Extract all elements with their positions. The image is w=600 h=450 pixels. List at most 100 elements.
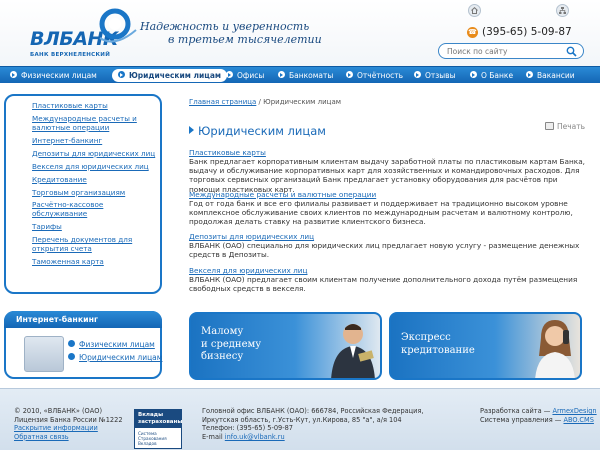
breadcrumb: Главная страница / Юридическим лицам (189, 98, 587, 106)
nav-item-reports[interactable]: Отчётность (346, 67, 403, 84)
sidebar-item-internet-banking[interactable]: Интернет-банкинг (32, 136, 160, 146)
bullet-icon (68, 353, 75, 360)
arrow-bullet-icon (346, 71, 353, 78)
ibank-link-individuals[interactable]: Физическим лицам (68, 340, 155, 349)
ibank-thumbnail (24, 336, 64, 372)
sidebar-item-customs-card[interactable]: Таможенная карта (32, 257, 160, 267)
sidebar-item-bills[interactable]: Векселя для юридических лиц (32, 162, 160, 172)
logo-subtitle: БАНК ВЕРХНЕЛЕНСКИЙ (30, 52, 111, 58)
section-plastic-cards: Пластиковые карты Банк предлагает корпор… (189, 148, 587, 194)
bank-logo[interactable]: ВЛБАНК БАНК ВЕРХНЕЛЕНСКИЙ (30, 8, 140, 58)
nav-item-label: Офисы (237, 71, 265, 80)
sidebar-item-documents[interactable]: Перечень документов для открытия счета (32, 235, 160, 253)
nav-item-label: Вакансии (537, 71, 575, 80)
search-input[interactable] (447, 46, 559, 57)
arrow-bullet-icon (118, 71, 125, 78)
arrow-bullet-icon (414, 71, 421, 78)
print-button[interactable]: Печать (545, 122, 585, 131)
promo-line: бизнесу (201, 351, 244, 362)
nav-item-offices[interactable]: Офисы (226, 67, 264, 84)
logo-swoosh-icon (99, 8, 137, 43)
section-deposits: Депозиты для юридических лиц ВЛБАНК (ОАО… (189, 232, 587, 259)
section-text: Год от года банк и все его филиалы разви… (189, 199, 573, 227)
nav-item-reviews[interactable]: Отзывы (414, 67, 456, 84)
sitemap-icon[interactable] (556, 4, 569, 17)
section-text: ВЛБАНК (ОАО) предлагает своим клиентам п… (189, 275, 578, 294)
header-phone: ☎ (395-65) 5-09-87 (467, 26, 572, 38)
sidebar-item-tariffs[interactable]: Тарифы (32, 222, 160, 232)
nav-item-label: Юридическим лицам (129, 71, 222, 80)
section-heading[interactable]: Международные расчеты и валютные операци… (189, 190, 587, 199)
nav-item-label: О Банке (481, 71, 514, 80)
footer-dev-label: Разработка сайта — (480, 407, 551, 415)
section-bills: Векселя для юридических лиц ВЛБАНК (ОАО)… (189, 266, 587, 293)
sidebar-item-trade[interactable]: Торговым организациям (32, 188, 160, 198)
ibank-link-label: Юридическим лицам (79, 353, 163, 362)
footer-disclosure-link[interactable]: Раскрытие информации (14, 424, 98, 432)
section-international: Международные расчеты и валютные операци… (189, 190, 587, 227)
arrow-bullet-icon (470, 71, 477, 78)
badge-bottom-text: Система Страхования Вкладов (138, 431, 167, 446)
phone-icon: ☎ (467, 27, 478, 38)
footer-email-link[interactable]: info.uk@vlbank.ru (225, 433, 285, 441)
arrow-bullet-icon (278, 71, 285, 78)
nav-item-legal-entities[interactable]: Юридическим лицам (112, 69, 228, 82)
slogan-line-2: в третьем тысячелетии (168, 33, 322, 46)
promo-text: Малому и среднему бизнесу (201, 326, 261, 364)
footer-cms-link[interactable]: ABO.CMS (563, 416, 593, 424)
main-content: Главная страница / Юридическим лицам Юри… (189, 98, 587, 293)
search-box (438, 43, 584, 59)
footer-copyright: © 2010, «ВЛБАНК» (ОАО) (14, 407, 103, 415)
nav-item-label: Банкоматы (289, 71, 334, 80)
main-nav: Физическим лицам Юридическим лицам Офисы… (0, 66, 600, 83)
ibank-link-legal[interactable]: Юридическим лицам (68, 353, 162, 362)
deposit-insurance-badge[interactable]: Вклады застрахованы Система Страхования … (134, 409, 182, 449)
sidebar-item-international[interactable]: Международные расчеты и валютные операци… (32, 114, 160, 132)
page-title-text: Юридическим лицам (198, 124, 326, 138)
nav-item-vacancies[interactable]: Вакансии (526, 67, 575, 84)
footer-feedback-link[interactable]: Обратная связь (14, 433, 69, 441)
slogan: Надежность и уверенность в третьем тысяч… (140, 20, 322, 46)
arrow-bullet-icon (526, 71, 533, 78)
promo-small-business[interactable]: Малому и среднему бизнесу (189, 312, 382, 380)
home-icon[interactable] (468, 4, 481, 17)
footer-license: Лицензия Банка России №1222 (14, 415, 123, 424)
internet-banking-box: Интернет-банкинг Физическим лицам Юридич… (4, 311, 162, 379)
footer-copyright-block: © 2010, «ВЛБАНК» (ОАО) Лицензия Банка Ро… (14, 407, 123, 441)
arrow-icon (189, 126, 194, 134)
search-icon[interactable] (566, 46, 577, 57)
site-footer: © 2010, «ВЛБАНК» (ОАО) Лицензия Банка Ро… (0, 388, 600, 450)
nav-item-label: Физическим лицам (21, 71, 97, 80)
section-heading[interactable]: Векселя для юридических лиц (189, 266, 587, 275)
badge-top-text: Вклады застрахованы (135, 410, 182, 428)
woman-phone-image (535, 320, 575, 378)
sidebar-item-credit[interactable]: Кредитование (32, 175, 160, 185)
sidebar-item-deposits[interactable]: Депозиты для юридических лиц (32, 149, 160, 159)
nav-item-about[interactable]: О Банке (470, 67, 513, 84)
sidebar-item-plastic-cards[interactable]: Пластиковые карты (32, 101, 160, 111)
section-text: ВЛБАНК (ОАО) специально для юридических … (189, 241, 580, 260)
promo-line: и среднему (201, 338, 262, 350)
nav-item-individuals[interactable]: Физическим лицам (10, 67, 97, 84)
phone-number: (395-65) 5-09-87 (482, 26, 572, 38)
section-heading[interactable]: Депозиты для юридических лиц (189, 232, 587, 241)
ibank-link-label: Физическим лицам (79, 340, 155, 349)
promo-line: Малому (201, 326, 244, 337)
arrow-bullet-icon (10, 71, 17, 78)
section-heading[interactable]: Пластиковые карты (189, 148, 587, 157)
nav-item-atms[interactable]: Банкоматы (278, 67, 333, 84)
promo-express-credit[interactable]: Экспресс кредитование (389, 312, 582, 380)
footer-phone: Телефон: (395-65) 5-09-87 (202, 424, 293, 433)
footer-credits-block: Разработка сайта — ArmexDesign Система у… (480, 407, 597, 424)
breadcrumb-current: Юридическим лицам (263, 98, 342, 106)
breadcrumb-home[interactable]: Главная страница (189, 98, 256, 106)
footer-address-block: Головной офис ВЛБАНК (ОАО): 666784, Росс… (202, 407, 424, 441)
internet-banking-title: Интернет-банкинг (4, 311, 162, 328)
sidebar-item-cash-service[interactable]: Расчётно-кассовое обслуживание (32, 201, 160, 218)
footer-cms-label: Система управления — (480, 415, 562, 424)
printer-icon (545, 122, 554, 130)
breadcrumb-separator: / (258, 98, 261, 106)
footer-dev-link[interactable]: ArmexDesign (552, 407, 596, 415)
footer-address-2: Иркутская область, г.Усть-Кут, ул.Кирова… (202, 415, 402, 424)
nav-item-label: Отчётность (357, 71, 404, 80)
